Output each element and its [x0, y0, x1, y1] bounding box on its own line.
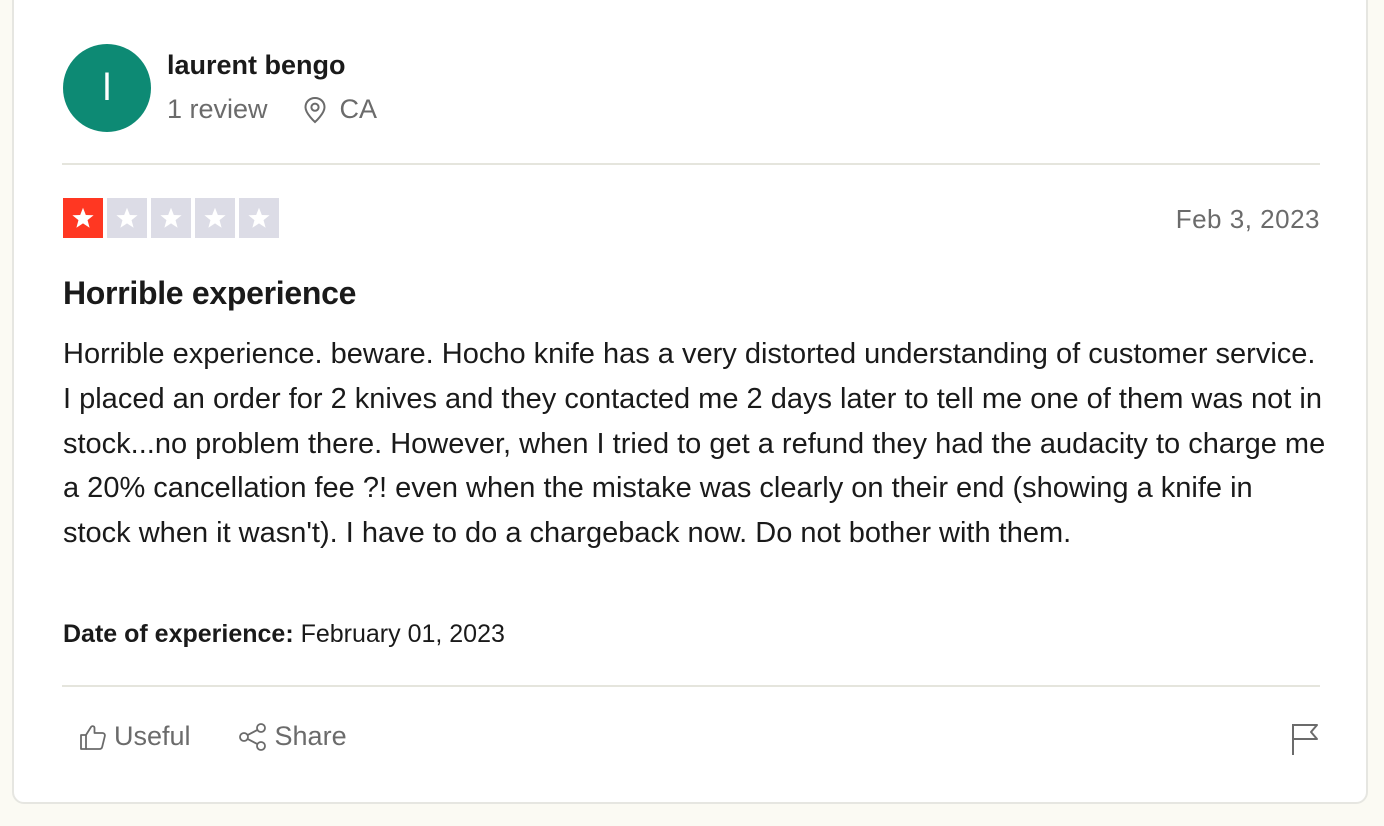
reviewer-location: CA	[339, 94, 378, 124]
star-icon	[239, 198, 279, 238]
report-button[interactable]	[1290, 722, 1320, 756]
star-rating	[63, 198, 279, 238]
review-date: Feb 3, 2023	[1175, 204, 1320, 234]
flag-icon	[1292, 724, 1318, 755]
experience-date: February 01, 2023	[300, 620, 505, 648]
divider	[62, 685, 1320, 687]
share-icon	[238, 722, 266, 751]
useful-label: Useful	[114, 721, 191, 751]
star-icon	[151, 198, 191, 238]
review-actions: Useful Share	[78, 721, 393, 752]
date-of-experience: Date of experience: February 01, 2023	[63, 620, 505, 649]
review-title[interactable]: Horrible experience	[63, 275, 356, 312]
review-count: 1 review	[167, 94, 268, 124]
star-icon	[195, 198, 235, 238]
review-body: Horrible experience. beware. Hocho knife…	[63, 338, 1326, 550]
map-pin-icon	[302, 96, 328, 124]
reviewer-name[interactable]: laurent bengo	[167, 50, 346, 81]
share-button[interactable]: Share	[237, 721, 347, 752]
share-label: Share	[274, 721, 347, 751]
avatar-initial: l	[102, 66, 112, 109]
review-card-content: l laurent bengo 1 review CA Feb 3, 2023 …	[62, 0, 1325, 802]
review-card: l laurent bengo 1 review CA Feb 3, 2023 …	[12, 0, 1368, 804]
divider	[62, 163, 1320, 165]
star-icon	[107, 198, 147, 238]
experience-label: Date of experience:	[63, 620, 294, 648]
reviewer-meta: 1 review CA	[167, 94, 377, 125]
avatar[interactable]: l	[63, 44, 151, 132]
useful-button[interactable]: Useful	[78, 721, 191, 752]
star-icon	[63, 198, 103, 238]
thumbs-up-icon	[80, 724, 106, 750]
